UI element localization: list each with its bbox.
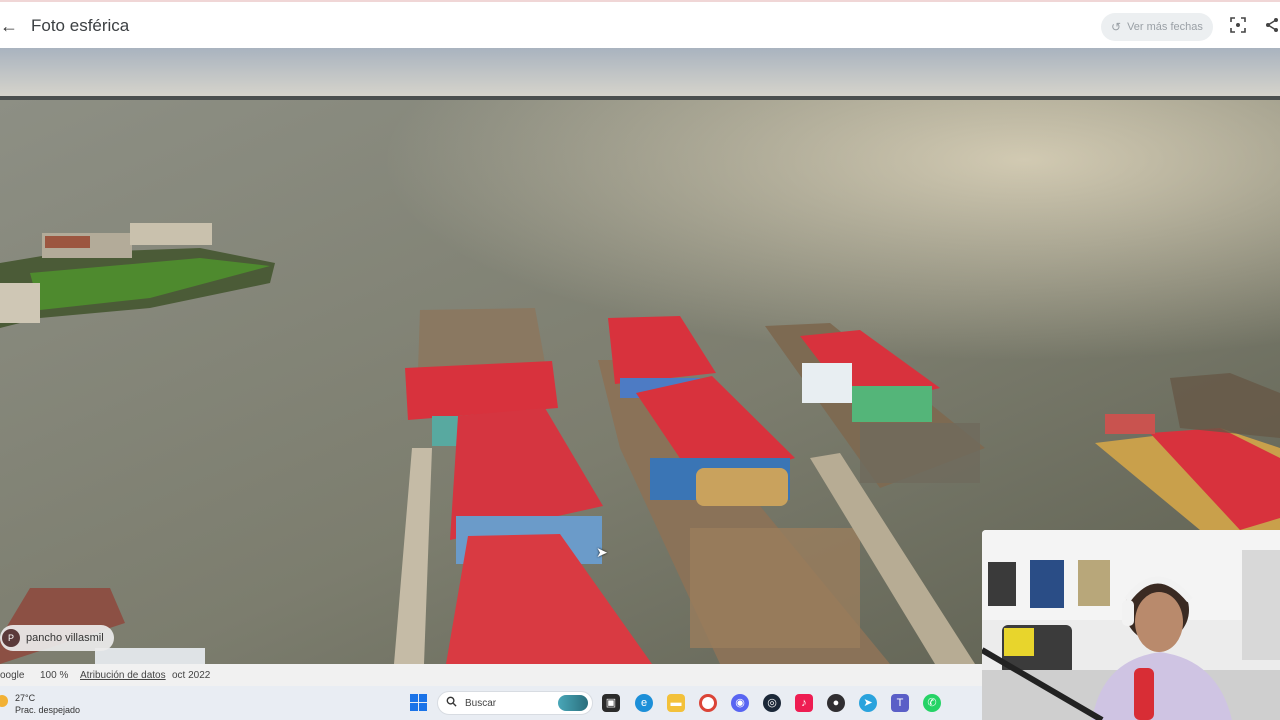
windows-start-icon[interactable] — [410, 694, 427, 711]
data-attribution-link[interactable]: Atribución de datos — [80, 670, 166, 681]
search-label: Buscar — [465, 697, 497, 709]
edge-icon[interactable]: e — [635, 694, 653, 712]
webcam-overlay — [982, 530, 1280, 720]
weather-temp: 27°C — [15, 693, 36, 703]
map-footer: oogle 100 % Atribución de datos oct 2022 — [0, 664, 982, 686]
history-icon: ↺ — [1111, 20, 1122, 34]
obs-icon[interactable]: ● — [827, 694, 845, 712]
task-view-icon[interactable]: ▣ — [602, 694, 620, 712]
taskbar-search[interactable]: Buscar — [437, 691, 593, 715]
steam-icon[interactable]: ◎ — [763, 694, 781, 712]
weather-desc: Prac. despejado — [15, 705, 81, 715]
share-icon[interactable] — [1264, 17, 1280, 33]
whatsapp-icon[interactable]: ✆ — [923, 694, 941, 712]
capture-date: oct 2022 — [172, 669, 211, 681]
folder-icon[interactable]: ▬ — [667, 694, 685, 712]
more-dates-label: Ver más fechas — [1127, 21, 1203, 33]
mouse-cursor-icon: ➤ — [596, 544, 608, 560]
windows-taskbar: 27°C Prac. despejado Buscar ▣ e ▬ ◉ ◎ ♪ … — [0, 686, 982, 720]
sun-icon — [0, 695, 8, 707]
tiktok-icon[interactable]: ♪ — [795, 694, 813, 712]
header-bar: ← Foto esférica ↺ Ver más fechas — [0, 0, 1280, 48]
search-highlight-image — [558, 695, 588, 711]
telegram-icon[interactable]: ➤ — [859, 694, 877, 712]
zoom-level: 100 % — [40, 669, 69, 681]
author-name: pancho villasmil — [26, 632, 104, 644]
arrow-left-icon[interactable]: ← — [0, 16, 18, 37]
fullscreen-icon[interactable] — [1230, 17, 1246, 33]
discord-icon[interactable]: ◉ — [731, 694, 749, 712]
author-chip[interactable]: P pancho villasmil — [0, 625, 114, 651]
page-title: Foto esférica — [31, 16, 130, 35]
google-logo: oogle — [0, 669, 25, 681]
more-dates-button[interactable]: ↺ Ver más fechas — [1101, 13, 1213, 41]
author-avatar: P — [2, 629, 20, 647]
chrome-icon[interactable] — [699, 694, 717, 712]
search-icon — [446, 696, 457, 710]
teams-icon[interactable]: T — [891, 694, 909, 712]
